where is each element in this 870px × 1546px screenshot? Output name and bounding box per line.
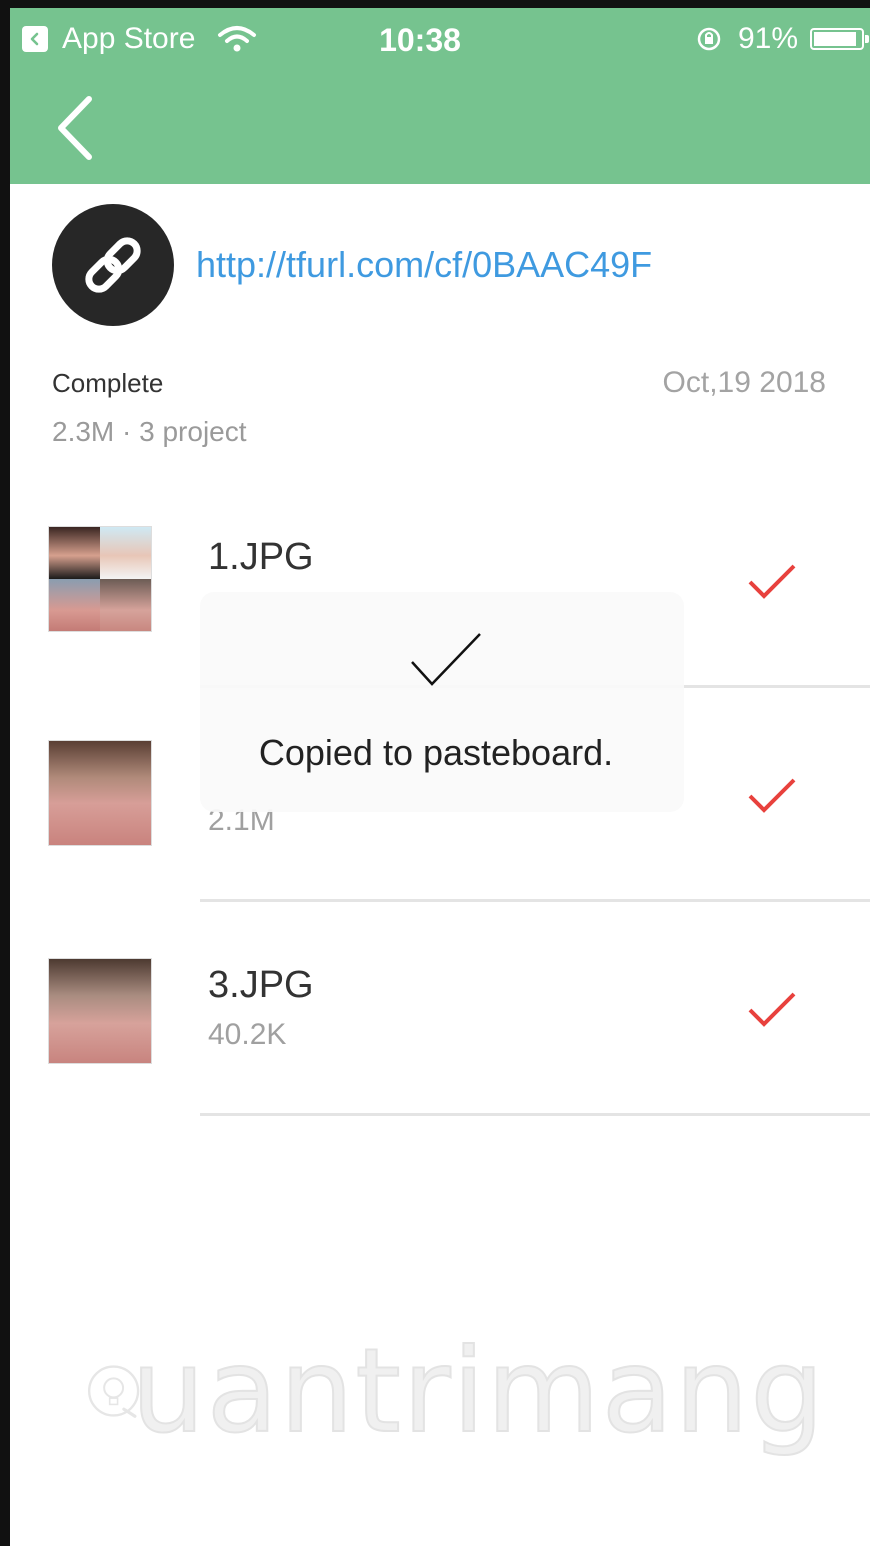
copied-toast: Copied to pasteboard. [200,592,684,812]
file-thumbnail [48,526,152,632]
toast-message: Copied to pasteboard. [258,732,614,773]
checkmark-icon[interactable] [746,562,798,602]
chevron-left-icon [58,96,92,160]
battery-nub [865,35,869,43]
file-name: 1.JPG [208,536,314,578]
transfer-date: Oct,19 2018 [662,366,826,399]
nav-back-button[interactable] [50,88,100,168]
share-link-row: http://tfurl.com/cf/0BAAC49F [52,204,652,326]
link-icon [85,237,141,293]
checkmark-icon[interactable] [746,990,798,1030]
file-size: 40.2K [208,1018,287,1051]
app-bar: App Store 10:38 91% [10,8,870,184]
checkmark-icon [411,633,481,686]
divider [200,899,870,902]
divider [200,1113,870,1116]
status-bar: App Store 10:38 91% [10,8,870,68]
file-name: 3.JPG [208,964,314,1006]
status-right: 91% [696,22,869,56]
battery-fill [814,32,856,46]
checkmark-icon[interactable] [746,776,798,816]
share-link-url[interactable]: http://tfurl.com/cf/0BAAC49F [196,244,652,286]
battery-percent: 91% [737,22,798,55]
battery-icon [810,28,869,50]
transfer-status: Complete [52,368,164,398]
link-avatar [52,204,174,326]
file-thumbnail [48,740,152,846]
transfer-summary: 2.3M · 3 project [52,416,247,447]
file-thumbnail [48,958,152,1064]
file-row[interactable]: 3.JPG 40.2K [0,914,870,1128]
orientation-lock-icon [697,27,721,51]
